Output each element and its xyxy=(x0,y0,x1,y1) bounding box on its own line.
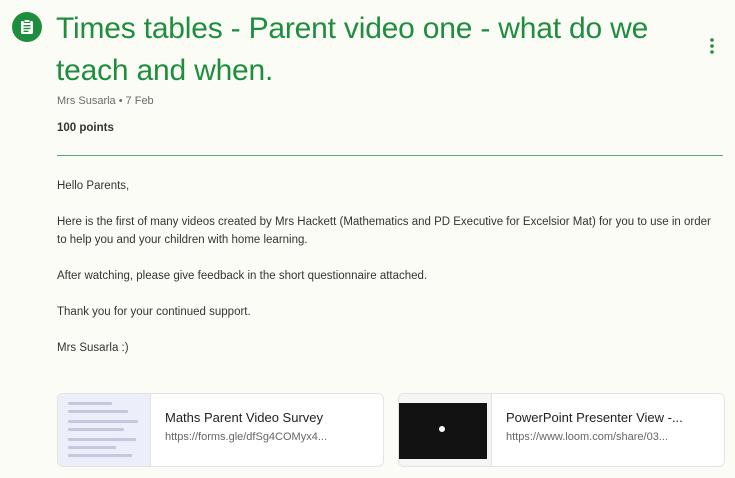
description-paragraph-2: After watching, please give feedback in … xyxy=(57,270,428,282)
points-label: 100 points xyxy=(57,122,114,134)
description-paragraph-3: Thank you for your continued support. xyxy=(57,306,251,318)
attachment-info: PowerPoint Presenter View -... https://w… xyxy=(492,394,683,466)
attachment-title: PowerPoint Presenter View -... xyxy=(506,410,683,425)
author-name: Mrs Susarla xyxy=(57,95,116,107)
form-thumbnail xyxy=(58,394,151,466)
meta-separator: • xyxy=(118,95,123,107)
description-paragraph-1: Here is the first of many videos created… xyxy=(57,216,711,246)
assignment-page: Times tables - Parent video one - what d… xyxy=(0,0,735,478)
more-vert-icon xyxy=(710,38,714,54)
greeting-text: Hello Parents, xyxy=(57,180,130,192)
attachment-title: Maths Parent Video Survey xyxy=(165,410,324,425)
attachments-list: Maths Parent Video Survey https://forms.… xyxy=(57,393,725,467)
assignment-icon xyxy=(12,12,42,42)
video-thumbnail xyxy=(399,394,492,466)
signoff-text: Mrs Susarla :) xyxy=(57,342,129,354)
attachment-card-survey[interactable]: Maths Parent Video Survey https://forms.… xyxy=(57,393,384,467)
assignment-description: Hello Parents, Here is the first of many… xyxy=(57,177,722,375)
attachment-info: Maths Parent Video Survey https://forms.… xyxy=(151,394,327,466)
attachment-card-video[interactable]: PowerPoint Presenter View -... https://w… xyxy=(398,393,725,467)
attachment-url: https://www.loom.com/share/03... xyxy=(506,431,669,443)
post-date: 7 Feb xyxy=(125,95,154,107)
assignment-title: Times tables - Parent video one - what d… xyxy=(56,12,649,87)
more-options-button[interactable] xyxy=(700,34,724,58)
attachment-url: https://forms.gle/dfSg4COMyx4... xyxy=(165,431,328,443)
header-divider xyxy=(57,155,723,156)
assignment-meta: Mrs Susarla • 7 Feb xyxy=(57,95,154,107)
